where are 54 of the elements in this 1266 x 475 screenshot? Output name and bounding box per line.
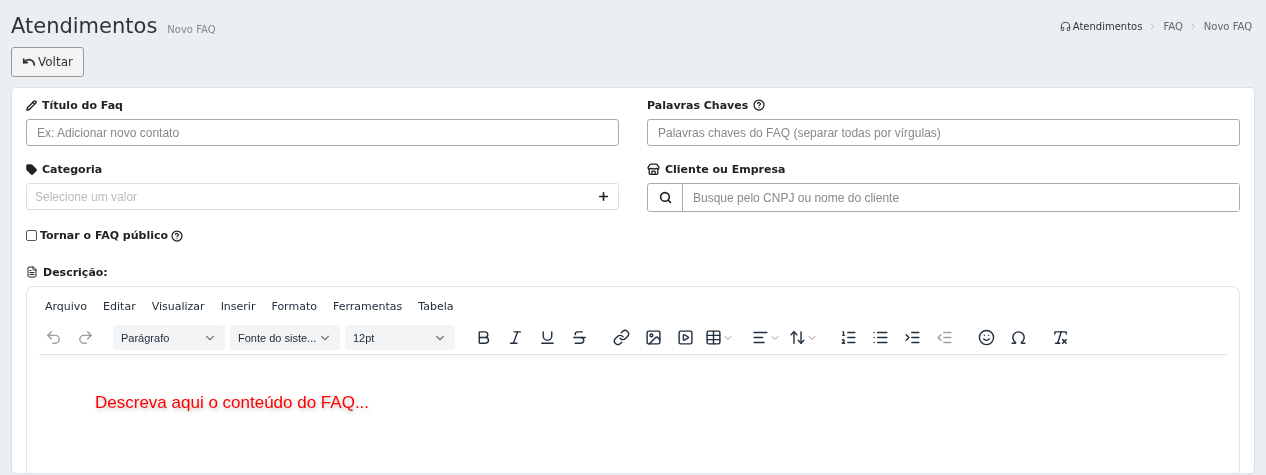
help-icon <box>171 229 184 242</box>
menu-item[interactable]: Visualizar <box>151 300 205 313</box>
toolbar-dropdown[interactable]: Fonte do siste... <box>230 325 340 350</box>
breadcrumb-link[interactable]: Novo FAQ <box>1203 21 1252 32</box>
clear-format-icon <box>1051 329 1069 346</box>
table-icon <box>705 329 722 346</box>
checkbox-label: Tornar o FAQ público <box>40 229 169 242</box>
indent-icon <box>903 329 921 346</box>
bullet-list-icon <box>871 329 889 346</box>
menu-item[interactable]: Ferramentas <box>332 300 403 313</box>
toolbar-dropdown[interactable]: Parágrafo <box>113 325 225 350</box>
store-icon <box>647 162 660 176</box>
back-button[interactable]: Voltar <box>11 47 84 77</box>
menu-item[interactable]: Inserir <box>220 300 256 313</box>
align-left-icon <box>752 329 769 346</box>
menu-item[interactable]: Formato <box>271 300 317 313</box>
page-title: Atendimentos <box>11 14 158 38</box>
image-icon <box>644 329 662 346</box>
undo-icon <box>44 329 62 346</box>
redo-icon <box>76 329 94 346</box>
play-icon <box>676 329 694 346</box>
menu-item[interactable]: Arquivo <box>45 300 88 313</box>
outdent-icon <box>935 329 953 346</box>
line-height-icon <box>789 329 806 346</box>
input-field[interactable]: Palavras chaves do FAQ (separar todas por vírgulas) <box>647 119 1240 146</box>
field-label: Descrição: <box>43 265 108 279</box>
headset-icon <box>1059 21 1071 32</box>
breadcrumb-link[interactable]: Atendimentos <box>1059 21 1143 32</box>
strikethrough-icon <box>570 329 588 346</box>
search-field[interactable]: Busque pelo CNPJ ou nome do cliente <box>647 183 1240 212</box>
tag-icon <box>26 163 37 175</box>
menu-item[interactable]: Editar <box>103 300 136 313</box>
pencil-icon <box>26 99 37 111</box>
input-field[interactable]: Ex: Adicionar novo contato <box>26 119 619 146</box>
back-arrow-icon <box>22 55 36 69</box>
omega-icon <box>1009 329 1027 346</box>
breadcrumb-link[interactable]: FAQ <box>1163 21 1183 32</box>
underline-icon <box>538 329 556 346</box>
link-icon <box>612 329 630 346</box>
numbered-list-icon <box>839 329 857 346</box>
field-label: Palavras Chaves <box>647 98 749 112</box>
search-icon <box>658 191 672 204</box>
field-label: Cliente ou Empresa <box>665 162 786 176</box>
help-icon <box>753 99 766 111</box>
plus-icon <box>597 190 610 203</box>
field-label: Título do Faq <box>42 98 123 112</box>
document-icon <box>26 266 38 278</box>
menu-item[interactable]: Tabela <box>418 300 454 313</box>
page-subtitle: Novo FAQ <box>167 24 216 35</box>
smiley-icon <box>977 329 995 346</box>
field-label: Categoria <box>42 162 103 176</box>
checkbox[interactable] <box>26 230 37 241</box>
toolbar-dropdown[interactable]: 12pt <box>345 325 455 350</box>
editor-content: Descreva aqui o conteúdo do FAQ... <box>95 393 371 413</box>
